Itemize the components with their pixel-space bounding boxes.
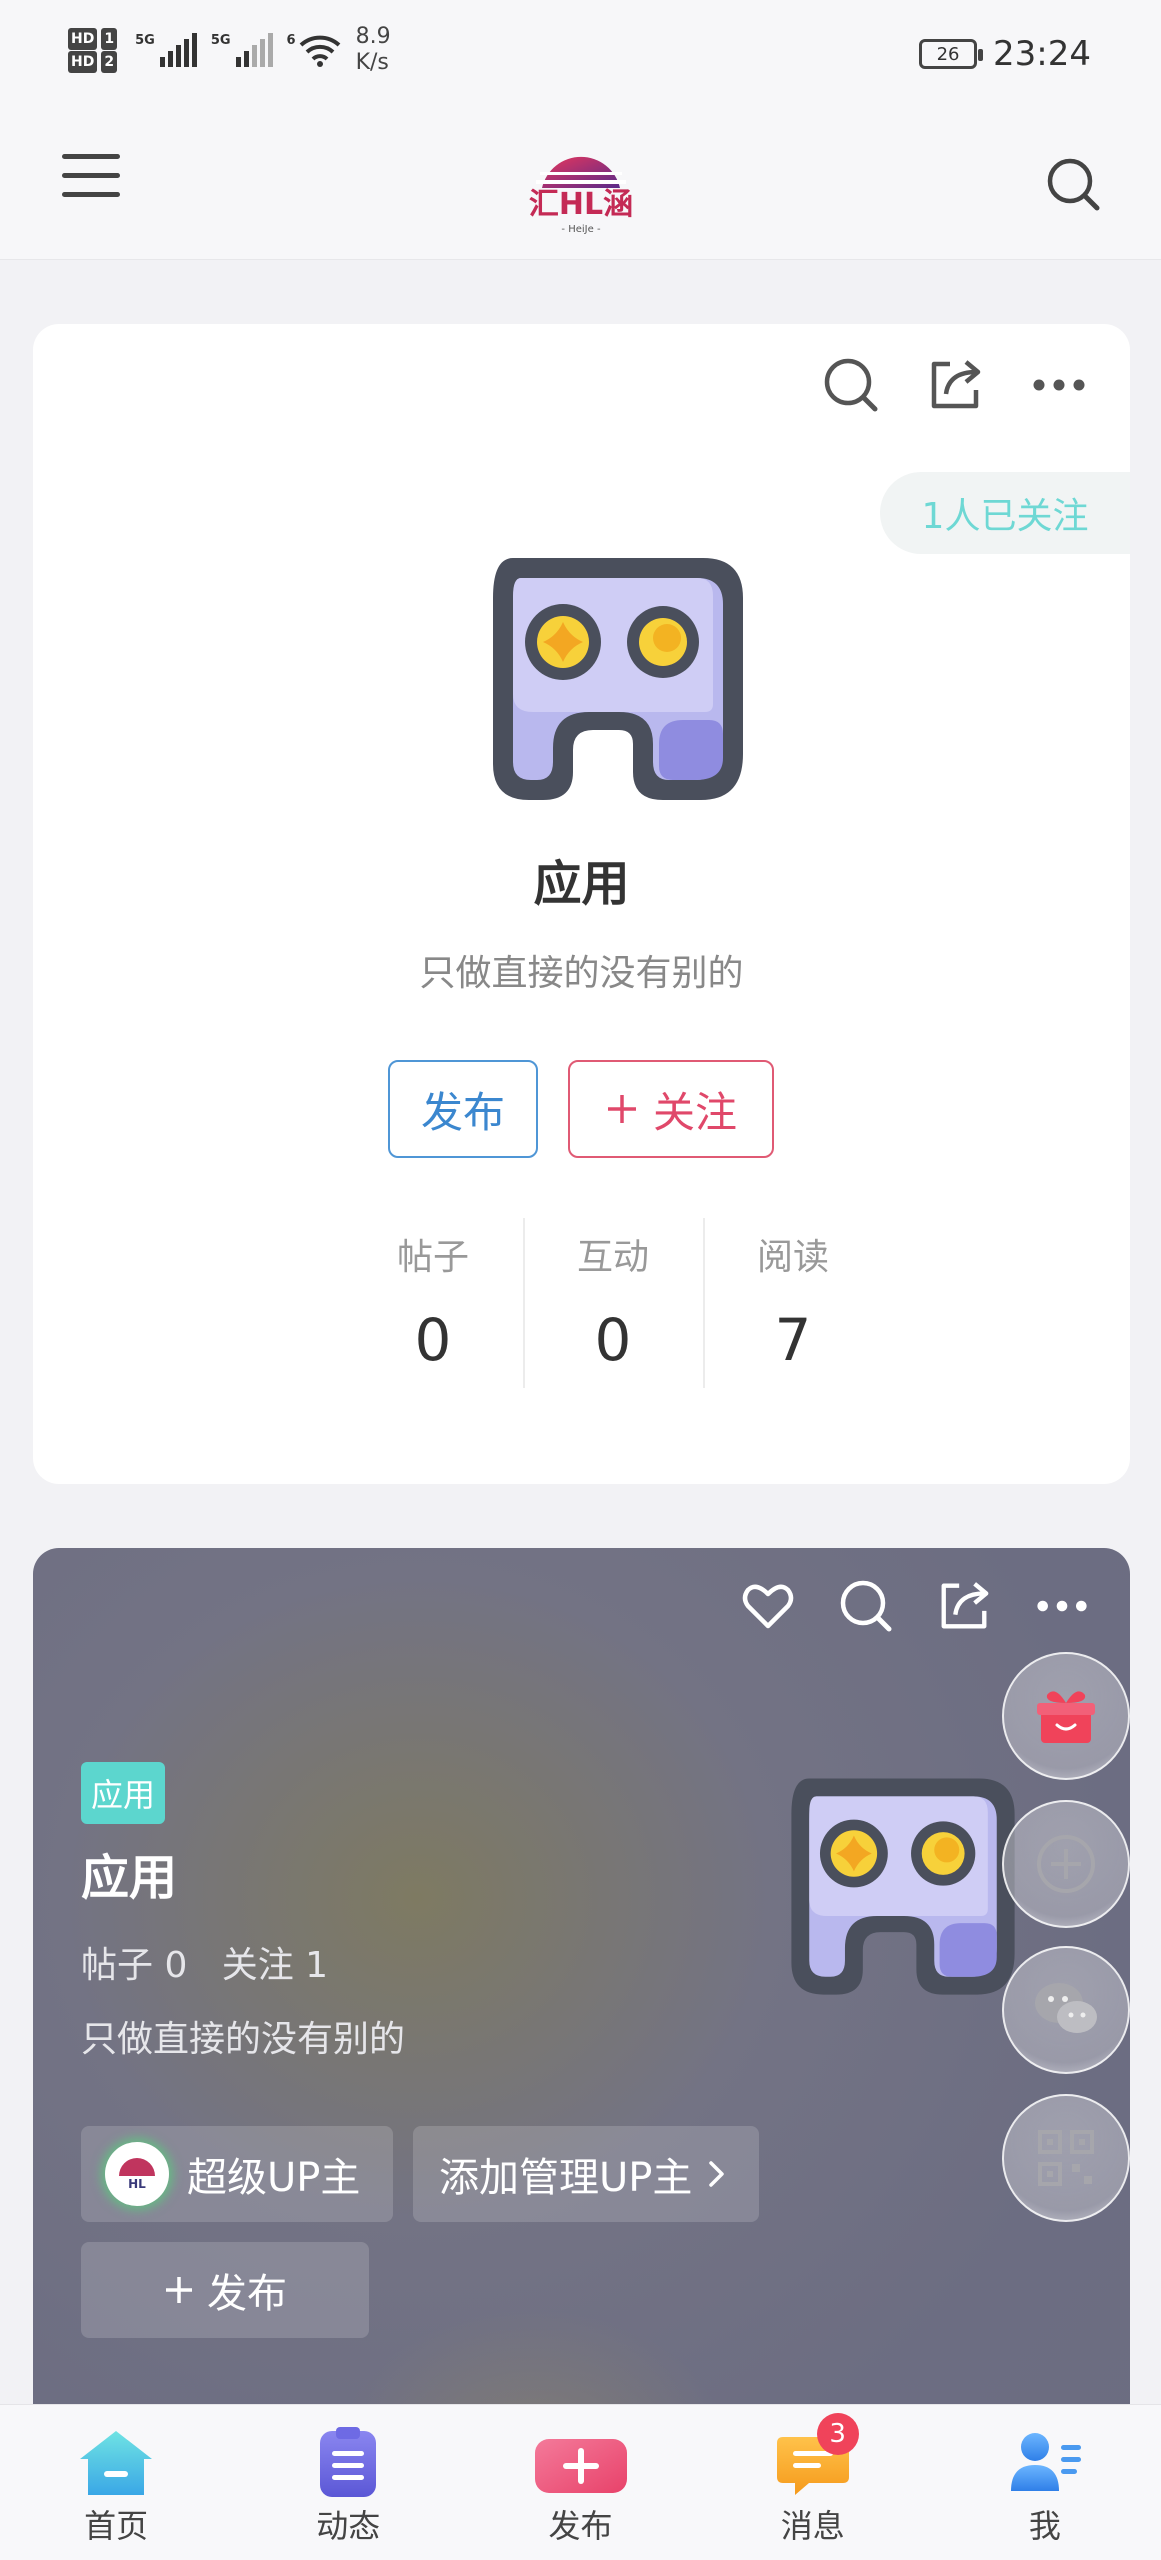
clock: 23:24 [993, 34, 1091, 74]
signal-2-icon: 5G [211, 33, 273, 67]
gift-button[interactable] [1002, 1652, 1130, 1780]
wifi-icon [299, 35, 340, 67]
plus-circle-icon [1037, 1835, 1095, 1893]
publish-plus-icon [534, 2439, 627, 2493]
chevron-right-icon [709, 2161, 725, 2187]
banner-stats: 帖子 0 关注 1 [81, 1945, 329, 1986]
status-bar: HD 1 HD 2 5G 5G 6 8.9 K/s 26 23:24 [0, 0, 1161, 110]
qr-code-button[interactable] [1002, 2094, 1130, 2222]
clipboard-icon [320, 2427, 377, 2497]
add-admin-button[interactable]: 添加管理UP主 [413, 2126, 759, 2222]
svg-text:HL: HL [128, 2177, 146, 2191]
wifi-indicator: 6 [287, 33, 342, 67]
board-banner-card: 应用 应用 帖子 0 关注 1 只做直接的没有别的 HL 超级UP主 添加管理U… [33, 1548, 1130, 2548]
share-icon[interactable] [936, 1578, 992, 1634]
more-icon[interactable] [1030, 356, 1088, 414]
heart-icon[interactable] [740, 1578, 796, 1634]
followers-count-pill: 1人已关注 [880, 472, 1130, 554]
stat-interactions[interactable]: 互动 0 [523, 1218, 703, 1388]
more-icon[interactable] [1034, 1578, 1090, 1634]
board-stats: 帖子 0 互动 0 阅读 7 [343, 1218, 883, 1388]
board-description: 只做直接的没有别的 [419, 953, 744, 994]
svg-text:- HeiJe -: - HeiJe - [561, 224, 601, 235]
category-tag: 应用 [81, 1762, 166, 1824]
status-right: 26 23:24 [919, 34, 1091, 74]
banner-description: 只做直接的没有别的 [81, 2019, 406, 2060]
tab-messages[interactable]: 3 消息 [697, 2405, 929, 2560]
bottom-tab-bar: 首页 动态 发布 3 消息 我 [0, 2404, 1161, 2560]
plus-icon [166, 2277, 192, 2303]
qr-code-icon [1038, 2130, 1094, 2186]
search-icon[interactable] [822, 356, 880, 414]
hamburger-menu-icon[interactable] [62, 154, 120, 204]
search-icon[interactable] [838, 1578, 894, 1634]
board-info-card: 1人已关注 应用 只做直接的没有别的 发布 关注 帖子 0 互动 0 阅读 7 [33, 324, 1130, 1484]
card-actions [822, 356, 1088, 414]
svg-text:汇HL涵: 汇HL涵 [529, 187, 633, 222]
wechat-share-button[interactable] [1002, 1946, 1130, 2074]
banner-title: 应用 [81, 1850, 178, 1906]
tab-publish[interactable]: 发布 [464, 2405, 696, 2560]
stat-posts[interactable]: 帖子 0 [343, 1218, 523, 1388]
share-icon[interactable] [926, 356, 984, 414]
banner-actions [740, 1578, 1090, 1634]
add-button[interactable] [1002, 1800, 1130, 1928]
gift-icon [1037, 1691, 1095, 1743]
avatar: HL [105, 2142, 169, 2206]
publish-button[interactable]: 发布 [388, 1060, 538, 1158]
sim2-indicator: HD 2 [68, 50, 121, 73]
stat-reads[interactable]: 阅读 7 [703, 1218, 883, 1388]
search-icon[interactable] [1045, 156, 1101, 212]
plus-icon [607, 1095, 636, 1123]
tab-profile[interactable]: 我 [929, 2405, 1161, 2560]
sim-indicators: HD 1 HD 2 [68, 27, 121, 73]
network-speed: 8.9 K/s [355, 24, 391, 75]
signal-1-icon: 5G [135, 33, 197, 67]
board-title: 应用 [533, 856, 630, 912]
tab-feed[interactable]: 动态 [232, 2405, 464, 2560]
profile-icon [1010, 2433, 1081, 2491]
follow-button[interactable]: 关注 [568, 1060, 774, 1158]
home-icon [80, 2431, 153, 2495]
banner-publish-button[interactable]: 发布 [81, 2242, 369, 2338]
tab-home[interactable]: 首页 [0, 2405, 232, 2560]
unread-badge: 3 [816, 2413, 859, 2455]
wechat-icon [1035, 1983, 1097, 2033]
app-logo: 汇HL涵 - HeiJe - [529, 156, 633, 235]
gamepad-icon [493, 558, 743, 800]
super-up-owner-chip[interactable]: HL 超级UP主 [81, 2126, 393, 2222]
battery-icon: 26 [919, 39, 984, 69]
gamepad-icon [791, 1778, 1015, 1995]
status-left: HD 1 HD 2 5G 5G 6 8.9 K/s [68, 24, 391, 76]
sim1-indicator: HD 1 [68, 27, 121, 50]
app-header: 汇HL涵 - HeiJe - [0, 110, 1161, 260]
